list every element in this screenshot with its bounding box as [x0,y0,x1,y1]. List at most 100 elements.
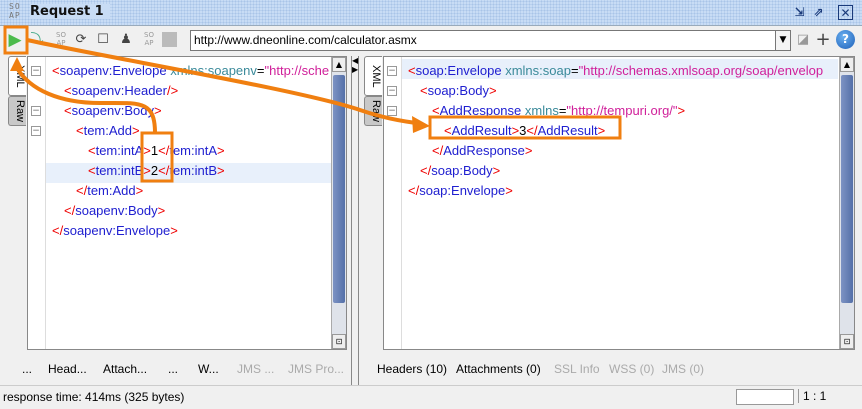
edit-endpoint-icon[interactable]: ◪ [794,31,812,49]
request-tab-jms-props[interactable]: JMS Pro... [288,362,344,376]
fold-icon[interactable]: − [31,126,41,136]
endpoint-url-input[interactable]: http://www.dneonline.com/calculator.asmx [190,30,776,51]
response-scrollbar[interactable]: ▲ ⊡ [839,57,854,349]
response-time: response time: 414ms (325 bytes) [3,390,185,404]
soap-icon[interactable]: SO AP [52,31,70,49]
xml-token: < [420,83,428,98]
xml-token: > [492,163,501,178]
xml-token: > [135,183,144,198]
request-tab[interactable]: ... [22,362,32,376]
xml-token: > [154,103,162,118]
request-tab-attachments[interactable]: Attach... [103,362,147,376]
xml-token: > [132,123,140,138]
fold-icon[interactable]: − [387,106,397,116]
status-bar: response time: 414ms (325 bytes) 1 : 1 [0,385,862,409]
splitter[interactable]: ◀ ▶ [351,56,359,386]
xml-token: < [408,63,416,78]
xml-token: < [432,103,440,118]
xml-token: /> [167,83,179,98]
xml-token: < [88,163,96,178]
scroll-thumb[interactable] [333,75,345,303]
xml-token: > [157,203,166,218]
fold-icon[interactable]: − [387,66,397,76]
tab-response-raw[interactable]: Raw [364,96,382,126]
maximize-icon[interactable]: ⇗ [811,5,826,20]
xml-token: tem:intA [169,143,218,158]
request-editor[interactable]: − − − <soapenv:Envelope xmlns:soapenv="h… [27,56,347,350]
endpoint-dropdown-icon[interactable]: ▼ [775,30,791,51]
xml-token: > [489,83,497,98]
xml-token: < [76,123,84,138]
xml-token: tem:intB [169,163,218,178]
xml-token: AddResponse [443,143,525,158]
response-tab-ssl[interactable]: SSL Info [554,362,600,376]
xml-token: < [444,123,452,138]
xml-token: tem:Add [83,123,133,138]
close-icon[interactable]: ✕ [838,5,853,20]
fold-icon[interactable]: − [31,106,41,116]
help-icon[interactable]: ? [836,30,855,49]
add-icon[interactable]: + [814,31,832,49]
xml-token: soap:Body [427,83,490,98]
xml-token: tem:intA [95,143,144,158]
response-tab-attachments[interactable]: Attachments (0) [456,362,541,376]
minimize-icon[interactable]: ⇲ [792,5,807,20]
xml-token: soap:Envelope [415,63,506,78]
stop-icon[interactable] [162,32,177,47]
scroll-thumb[interactable] [841,75,853,303]
tab-response-xml[interactable]: XML [364,56,382,96]
response-tab-headers[interactable]: Headers (10) [377,362,447,376]
status-field [736,389,794,405]
zoom-icon[interactable]: ⊡ [332,334,346,349]
stamp-icon[interactable]: ♟ [117,31,135,49]
response-xml: <soap:Envelope xmlns:soap="http://schema… [404,57,824,198]
xml-token: "http://tempuri.org/" [566,103,678,118]
soap-settings-icon[interactable]: SO AP [140,31,158,49]
xml-token: </ [408,183,420,198]
xml-token: </ [158,163,170,178]
xml-token: tem:intB [95,163,144,178]
request-tab-headers[interactable]: Head... [48,362,87,376]
zoom-icon[interactable]: ⊡ [840,334,854,349]
xml-token: < [88,143,96,158]
response-tab-wss[interactable]: WSS (0) [609,362,654,376]
xml-token: > [217,163,225,178]
code-line: <soap:Envelope xmlns:soap="http://schema… [404,57,824,78]
soap-logo: SO AP [9,2,21,20]
xml-token: > [677,103,686,118]
submit-step-icon[interactable]: ⤵ [28,31,46,49]
xml-token: > [217,143,225,158]
request-scrollbar[interactable]: ▲ ⊡ [331,57,346,349]
xml-token: </ [76,183,88,198]
response-tab-jms[interactable]: JMS (0) [662,362,704,376]
response-gutter: − − − [384,57,402,349]
tab-request-raw[interactable]: Raw [8,96,26,126]
xml-token: < [52,63,60,78]
xml-token: < [64,83,72,98]
fold-icon[interactable]: − [31,66,41,76]
request-xml: <soapenv:Envelope xmlns:soapenv="http://… [48,57,329,238]
xml-token: </ [420,163,432,178]
xml-token: "http://schemas.xmlsoap.org/soap/envelop [578,63,824,78]
xml-token: </ [432,143,444,158]
request-tab-wss[interactable]: W... [198,362,219,376]
run-button[interactable]: ▶ [6,31,24,49]
xml-token: soapenv:Body [75,203,158,218]
tab-request-xml[interactable]: XML [8,56,26,96]
scroll-up-icon[interactable]: ▲ [332,57,346,72]
fold-icon[interactable]: − [387,86,397,96]
xml-token: soap:Envelope [419,183,506,198]
refresh-icon[interactable]: ⟳ [72,31,90,49]
xml-token: > [505,183,513,198]
scroll-up-icon[interactable]: ▲ [840,57,854,72]
request-tab-jms[interactable]: JMS ... [237,362,274,376]
response-editor[interactable]: − − − <soap:Envelope xmlns:soap="http://… [383,56,855,350]
xml-token: < [64,103,72,118]
xml-token: > [143,143,151,158]
square-icon[interactable]: ☐ [94,31,112,49]
xml-token: AddResponse [439,103,525,118]
request-gutter: − − − [28,57,46,349]
request-tab[interactable]: ... [168,362,178,376]
xml-token: xmlns:soapenv [170,63,257,78]
xml-token: </ [52,223,64,238]
